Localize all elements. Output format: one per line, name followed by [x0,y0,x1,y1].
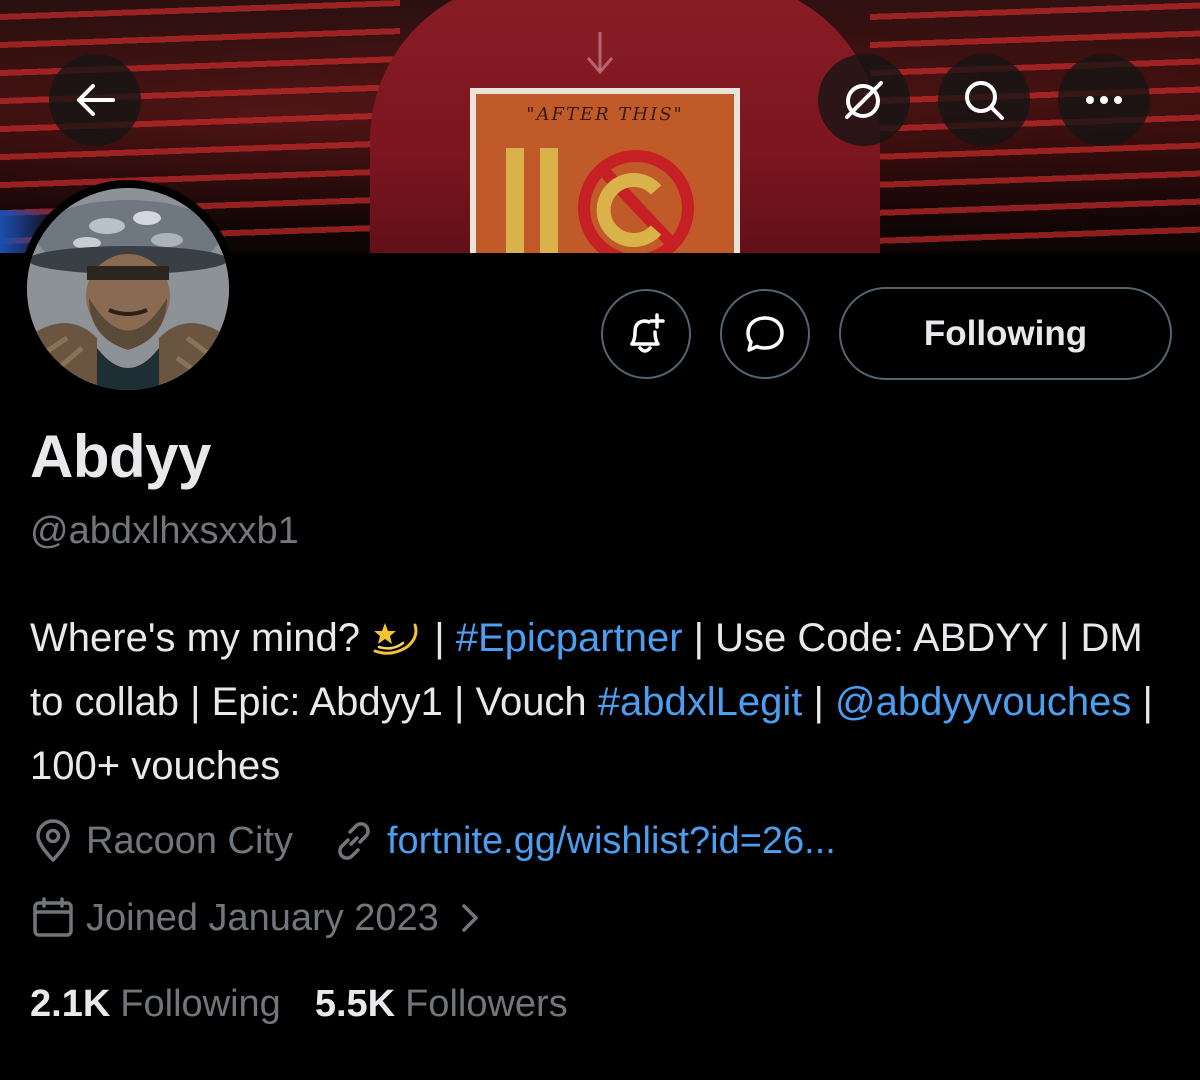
location: Racoon City [30,818,293,864]
avatar-image [27,188,229,390]
shirt-print-text: "AFTER THIS" [526,104,684,125]
shirt-print-logo [506,148,694,253]
joined[interactable]: Joined January 2023 [30,895,485,941]
back-button[interactable] [49,54,141,146]
joined-text: Joined January 2023 [86,896,439,939]
location-pin-icon [36,819,70,862]
following-count-link[interactable]: 2.1K Following [30,983,281,1026]
followers-count-link[interactable]: 5.5K Followers [315,983,568,1026]
search-button[interactable] [938,54,1030,146]
profile-meta-row: Racoon City fortnite.gg/wishlist?id=26..… [30,818,836,864]
message-bubble-icon [746,316,784,352]
search-icon [965,81,1004,120]
more-horizontal-icon [1086,96,1122,104]
arrow-left-icon [77,84,115,116]
message-button[interactable] [720,289,810,379]
avatar[interactable] [19,180,237,398]
banner-light-stripes-right [870,0,1200,253]
website-link[interactable]: fortnite.gg/wishlist?id=26... [387,820,836,863]
link-icon [338,822,370,860]
website[interactable]: fortnite.gg/wishlist?id=26... [331,818,836,864]
bio-text: | [802,680,836,724]
banner-faint-arrow [586,32,614,75]
grok-button[interactable] [818,54,910,146]
following-button[interactable]: Following [839,287,1172,380]
bio-hashtag-abdxllegit[interactable]: #abdxlLegit [598,680,803,724]
followers-count-label: Followers [405,983,568,1025]
more-button[interactable] [1058,54,1150,146]
bio: Where's my mind? | #Epicpartner | Use Co… [30,606,1170,798]
bio-hashtag-epicpartner[interactable]: #Epicpartner [456,616,683,660]
follow-counts: 2.1K Following 5.5K Followers [30,983,568,1026]
grok-icon [845,81,883,119]
location-text: Racoon City [86,819,293,862]
bio-separator: | [434,616,456,660]
joined-row[interactable]: Joined January 2023 [30,895,485,941]
chevron-right-icon [462,904,478,932]
following-count-label: Following [120,983,281,1025]
banner-shirt-print: "AFTER THIS" [470,88,740,253]
following-count: 2.1K [30,983,111,1025]
bell-plus-icon [630,313,665,353]
handle: @abdxlhxsxxb1 [30,510,299,552]
avatar-portrait [27,188,229,390]
bio-mention-abdyyvouches[interactable]: @abdyyvouches [835,680,1131,724]
followers-count: 5.5K [314,983,396,1025]
notifications-button[interactable] [601,289,691,379]
dizzy-star-emoji [373,623,418,655]
calendar-icon [33,897,73,937]
bio-text: Where's my mind? [30,616,360,660]
display-name: Abdyy [30,423,211,490]
